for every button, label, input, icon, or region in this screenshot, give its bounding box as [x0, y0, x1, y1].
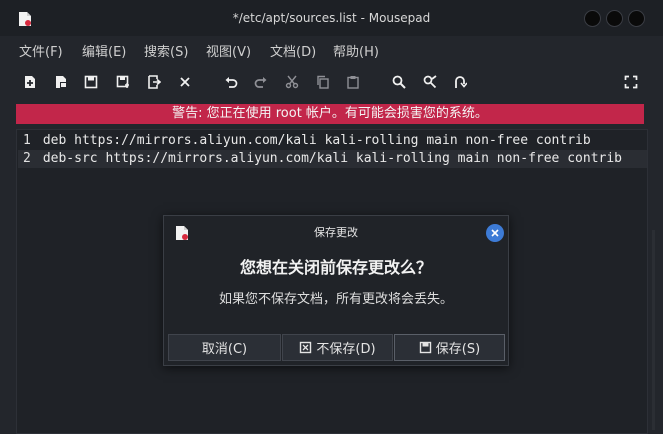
- menu-edit[interactable]: 编辑(E): [82, 41, 126, 60]
- redo-icon[interactable]: [252, 73, 270, 91]
- paste-icon[interactable]: [344, 73, 362, 91]
- go-to-line-icon[interactable]: [451, 73, 469, 91]
- revert-icon[interactable]: [145, 73, 163, 91]
- dialog-close-button[interactable]: [486, 224, 504, 242]
- dialog-title: 保存更改: [314, 226, 358, 239]
- copy-icon[interactable]: [314, 73, 332, 91]
- title-bar[interactable]: */etc/apt/sources.list - Mousepad: [0, 0, 663, 36]
- line-number: 2: [23, 151, 31, 166]
- menu-view[interactable]: 视图(V): [206, 41, 251, 60]
- line-number: 1: [23, 133, 31, 148]
- search-icon[interactable]: [390, 73, 408, 91]
- root-warning-banner: 警告: 您正在使用 root 帐户。有可能会损害您的系统。: [16, 104, 644, 124]
- undo-icon[interactable]: [222, 73, 240, 91]
- close-icon: [491, 229, 499, 237]
- discard-icon: [300, 341, 312, 354]
- fullscreen-icon[interactable]: [622, 73, 640, 91]
- save-icon[interactable]: [82, 73, 100, 91]
- dialog-heading: 您想在关闭前保存更改么？: [239, 258, 432, 277]
- menu-search[interactable]: 搜索(S): [144, 41, 188, 60]
- dont-save-button[interactable]: 不保存(D): [282, 334, 393, 361]
- maximize-button[interactable]: [606, 10, 623, 27]
- editor-scrollbar[interactable]: [652, 230, 655, 430]
- save-button[interactable]: 保存(S): [394, 334, 505, 361]
- save-changes-dialog: 保存更改 您想在关闭前保存更改么？ 如果您不保存文档，所有更改将会丢失。 取消(…: [163, 215, 509, 366]
- dont-save-label: 不保存(D): [316, 342, 376, 357]
- line-text: deb https://mirrors.aliyun.com/kali kali…: [42, 133, 591, 148]
- toolbar: [0, 66, 663, 98]
- menu-help[interactable]: 帮助(H): [333, 41, 379, 60]
- menu-document[interactable]: 文档(D): [270, 41, 316, 60]
- minimize-button[interactable]: [584, 10, 601, 27]
- editor-line-2[interactable]: 2 deb-src https://mirrors.aliyun.com/kal…: [18, 150, 647, 168]
- save-as-icon[interactable]: [114, 73, 132, 91]
- mousepad-window: */etc/apt/sources.list - Mousepad 文件(F) …: [0, 0, 663, 434]
- save-icon: [419, 341, 431, 354]
- window-title: */etc/apt/sources.list - Mousepad: [232, 11, 431, 25]
- close-tab-icon[interactable]: [176, 73, 194, 91]
- dialog-message: 如果您不保存文档，所有更改将会丢失。: [218, 292, 453, 307]
- menu-bar: 文件(F) 编辑(E) 搜索(S) 视图(V) 文档(D) 帮助(H): [0, 36, 663, 62]
- menu-file[interactable]: 文件(F): [19, 41, 63, 60]
- close-window-button[interactable]: [628, 10, 645, 27]
- find-replace-icon[interactable]: [421, 73, 439, 91]
- editor-line-1[interactable]: 1 deb https://mirrors.aliyun.com/kali ka…: [23, 132, 591, 150]
- new-document-icon[interactable]: [21, 73, 39, 91]
- cancel-label: 取消(C): [201, 342, 248, 357]
- cancel-button[interactable]: 取消(C): [168, 334, 281, 361]
- line-text: deb-src https://mirrors.aliyun.com/kali …: [42, 151, 623, 166]
- cut-icon[interactable]: [283, 73, 301, 91]
- new-window-icon[interactable]: [52, 73, 70, 91]
- save-label: 保存(S): [435, 342, 481, 357]
